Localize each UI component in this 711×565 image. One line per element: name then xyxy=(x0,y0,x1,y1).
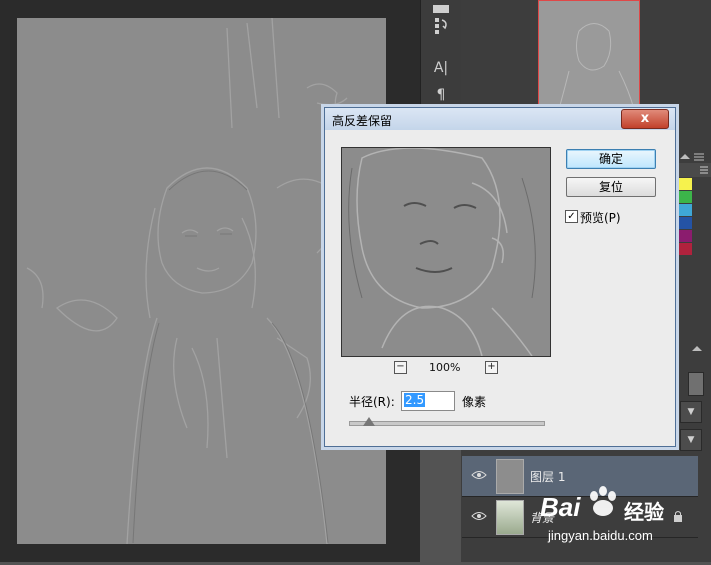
radius-value[interactable]: 2.5 xyxy=(404,393,426,407)
preview-face-image xyxy=(342,148,550,356)
fill-dropdown-icon[interactable]: ▼ xyxy=(680,429,702,451)
text-tool-icon[interactable]: A| xyxy=(429,57,453,79)
layer-thumbnail xyxy=(496,459,524,494)
preview-checkbox[interactable]: ✓ xyxy=(565,210,578,223)
radius-label: 半径(R): xyxy=(349,395,395,409)
high-pass-dialog: 高反差保留 x − 100% + 确定 复位 ✓ 预览(P) 半径(R): 2.… xyxy=(324,107,676,447)
radius-slider-thumb[interactable] xyxy=(362,417,375,426)
zoom-in-button[interactable]: + xyxy=(485,361,498,374)
radius-unit: 像素 xyxy=(462,395,487,409)
watermark-url: jingyan.baidu.com xyxy=(548,528,653,543)
color-swatch[interactable] xyxy=(676,178,692,190)
swatches-column xyxy=(676,178,692,255)
watermark-suffix: 经验 xyxy=(624,500,664,524)
navigator-thumbnail[interactable] xyxy=(538,0,640,110)
radius-slider-track[interactable] xyxy=(349,421,545,426)
opacity-dropdown-icon[interactable]: ▼ xyxy=(680,401,702,423)
baidu-watermark: Bai 经验 jingyan.baidu.com xyxy=(540,478,710,562)
preview-label[interactable]: 预览(P) xyxy=(580,209,621,226)
color-swatch[interactable] xyxy=(676,243,692,255)
preview-image[interactable] xyxy=(341,147,551,357)
paragraph-icon[interactable]: ¶ xyxy=(429,84,453,106)
color-swatch[interactable] xyxy=(676,204,692,216)
color-swatch[interactable] xyxy=(676,217,692,229)
reset-button[interactable]: 复位 xyxy=(566,177,656,197)
zoom-level: 100% xyxy=(429,361,461,374)
collapse-icon[interactable] xyxy=(676,150,706,161)
dialog-title: 高反差保留 xyxy=(332,114,393,128)
panel-slider-handle[interactable] xyxy=(688,372,704,396)
brush-preset-icon[interactable] xyxy=(429,14,453,36)
color-swatch[interactable] xyxy=(676,191,692,203)
watermark-brand: Bai xyxy=(540,492,581,522)
zoom-out-button[interactable]: − xyxy=(394,361,407,374)
eye-icon[interactable] xyxy=(470,468,488,482)
dialog-titlebar[interactable]: 高反差保留 x xyxy=(325,108,675,130)
eye-icon[interactable] xyxy=(470,509,488,523)
scroll-up-icon[interactable] xyxy=(680,342,711,352)
layer-thumbnail xyxy=(496,500,524,535)
radius-input[interactable]: 2.5 xyxy=(401,391,455,411)
ok-button[interactable]: 确定 xyxy=(566,149,656,169)
close-button[interactable]: x xyxy=(621,109,669,129)
color-swatch[interactable] xyxy=(676,230,692,242)
